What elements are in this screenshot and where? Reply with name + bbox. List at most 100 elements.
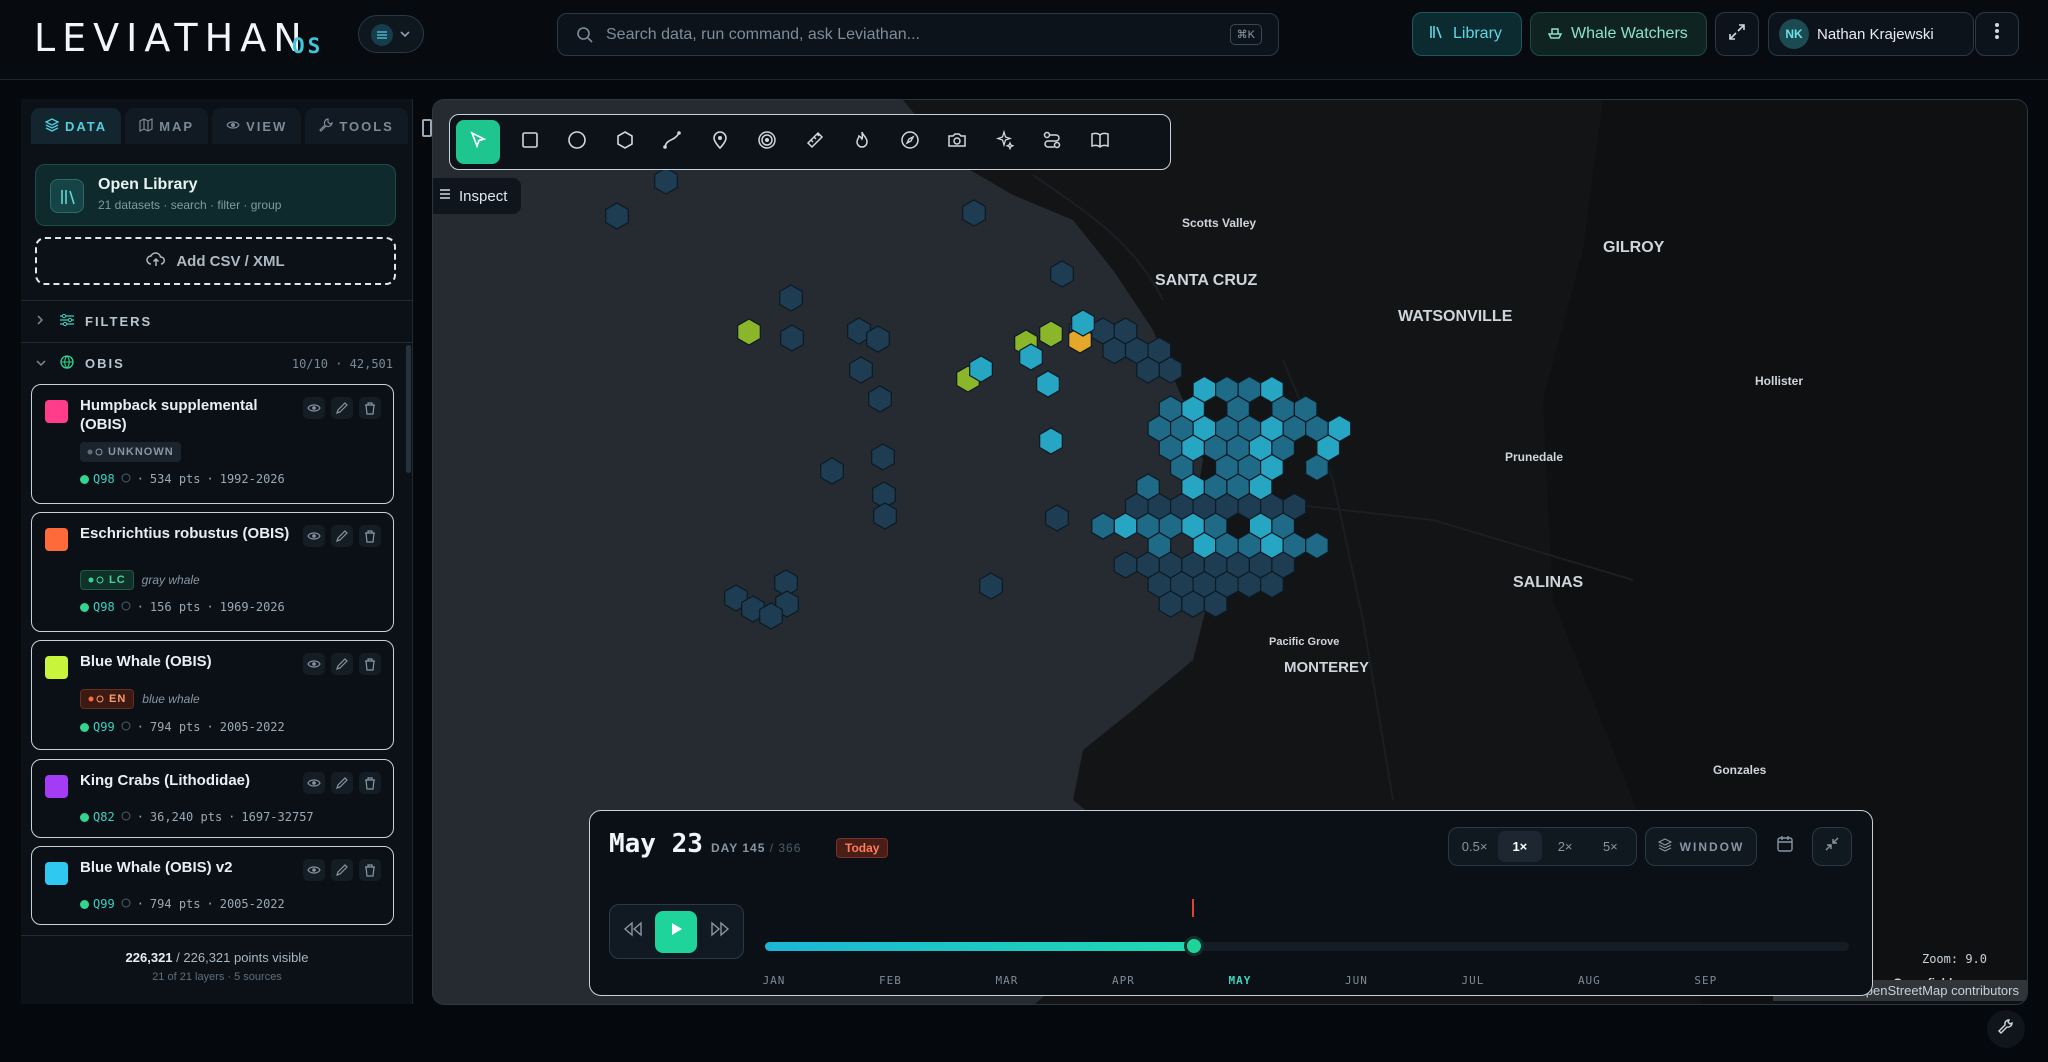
play-button[interactable] xyxy=(655,911,697,953)
trash-icon[interactable] xyxy=(359,653,381,675)
app-logo: LEVIATHAN xyxy=(34,16,309,60)
eye-icon[interactable] xyxy=(303,397,325,419)
polygon-tool[interactable] xyxy=(601,120,649,164)
layer-name: Eschrichtius robustus (OBIS) xyxy=(80,524,300,543)
open-library-card[interactable]: Open Library 21 datasets · search · filt… xyxy=(35,164,396,226)
layer-actions xyxy=(303,397,381,419)
dev-tools-button[interactable] xyxy=(1987,1010,2025,1048)
library-button-label: Library xyxy=(1453,25,1502,43)
select-tool[interactable] xyxy=(456,120,500,164)
layer-card[interactable]: Eschrichtius robustus (OBIS) LC gray wha… xyxy=(31,512,394,632)
snapshot-tool[interactable] xyxy=(934,120,982,164)
user-menu[interactable]: NK Nathan Krajewski xyxy=(1768,12,1974,56)
today-button[interactable]: Today xyxy=(836,838,888,858)
more-menu-button[interactable] xyxy=(1975,12,2019,56)
layer-color-swatch[interactable] xyxy=(45,400,68,423)
hexbin-cell xyxy=(655,168,678,194)
tab-tools[interactable]: TOOLS xyxy=(305,108,408,144)
eye-icon[interactable] xyxy=(303,859,325,881)
circle-tool[interactable] xyxy=(554,120,602,164)
add-csv-button[interactable]: Add CSV / XML xyxy=(35,237,396,285)
fullscreen-button[interactable] xyxy=(1715,12,1759,56)
story-tool[interactable] xyxy=(1076,120,1124,164)
layer-color-swatch[interactable] xyxy=(45,775,68,798)
inspect-button[interactable]: Inspect xyxy=(433,178,521,214)
layer-color-swatch[interactable] xyxy=(45,656,68,679)
rewind-icon[interactable] xyxy=(622,921,644,942)
tab-view[interactable]: VIEW xyxy=(212,108,301,144)
trash-icon[interactable] xyxy=(359,525,381,547)
layer-color-swatch[interactable] xyxy=(45,862,68,885)
timeline-track[interactable] xyxy=(765,942,1849,951)
path-tool[interactable] xyxy=(649,120,697,164)
heat-icon xyxy=(852,130,872,155)
measure-tool[interactable] xyxy=(791,120,839,164)
edit-icon[interactable] xyxy=(331,772,353,794)
collapse-timeline-button[interactable] xyxy=(1812,827,1852,866)
filters-section[interactable]: FILTERS xyxy=(21,300,413,342)
sidebar-collapse-handle[interactable] xyxy=(422,119,432,137)
layer-color-swatch[interactable] xyxy=(45,528,68,551)
edit-icon[interactable] xyxy=(331,397,353,419)
window-label: WINDOW xyxy=(1680,840,1745,854)
hexbin-cell xyxy=(1092,513,1115,539)
command-search[interactable]: ⌘K xyxy=(557,13,1279,56)
fast-forward-icon[interactable] xyxy=(709,921,731,942)
eye-icon[interactable] xyxy=(303,525,325,547)
calendar-button[interactable] xyxy=(1765,827,1805,866)
edit-icon[interactable] xyxy=(331,525,353,547)
hexbin-cell xyxy=(980,573,1003,599)
speed-option[interactable]: 0.5× xyxy=(1453,831,1496,862)
month-label[interactable]: JUN xyxy=(1345,974,1368,987)
month-label[interactable]: AUG xyxy=(1578,974,1601,987)
month-label[interactable]: SEP xyxy=(1694,974,1717,987)
layer-card[interactable]: King Crabs (Lithodidae) Q82 · 36,240 pts … xyxy=(31,759,394,838)
edit-icon[interactable] xyxy=(331,859,353,881)
month-label[interactable]: MAR xyxy=(996,974,1019,987)
trash-icon[interactable] xyxy=(359,859,381,881)
month-label[interactable]: JUL xyxy=(1461,974,1484,987)
boat-icon xyxy=(1547,24,1563,45)
eye-icon[interactable] xyxy=(303,653,325,675)
speed-option[interactable]: 5× xyxy=(1589,831,1632,862)
eye-icon[interactable] xyxy=(303,772,325,794)
window-button[interactable]: WINDOW xyxy=(1645,827,1757,866)
target-icon xyxy=(757,130,777,155)
month-label[interactable]: APR xyxy=(1112,974,1135,987)
month-label[interactable]: JAN xyxy=(763,974,786,987)
ai-tool[interactable] xyxy=(981,120,1029,164)
layer-card[interactable]: Humpback supplemental (OBIS) UNKNOWN Q98… xyxy=(31,384,394,504)
library-button[interactable]: Library xyxy=(1412,12,1522,56)
edit-icon[interactable] xyxy=(331,653,353,675)
speed-option[interactable]: 2× xyxy=(1544,831,1587,862)
obis-group-header[interactable]: OBIS 10/10 · 42,501 xyxy=(21,342,413,384)
basemap-switcher[interactable] xyxy=(358,15,424,53)
trash-icon[interactable] xyxy=(359,772,381,794)
workspace-button[interactable]: Whale Watchers xyxy=(1530,12,1707,56)
sidebar-scrollbar[interactable] xyxy=(406,345,411,473)
sidebar-footer: 226,321 / 226,321 points visible 21 of 2… xyxy=(21,935,413,1004)
wrench-icon xyxy=(1997,1018,2015,1041)
pin-tool[interactable] xyxy=(696,120,744,164)
month-label[interactable]: MAY xyxy=(1228,974,1251,987)
rectangle-tool[interactable] xyxy=(506,120,554,164)
layer-card[interactable]: Blue Whale (OBIS) v2 Q99 · 794 pts · 2005-… xyxy=(31,846,394,925)
place-label: Gonzales xyxy=(1713,763,1766,777)
radius-tool[interactable] xyxy=(744,120,792,164)
quality-badge: Q98 xyxy=(80,472,115,486)
hexbin-cell xyxy=(1114,513,1137,539)
search-input[interactable] xyxy=(606,14,1206,55)
navigate-tool[interactable] xyxy=(886,120,934,164)
tab-data[interactable]: DATA xyxy=(31,108,121,144)
timeline-scrubber[interactable] xyxy=(1184,936,1204,956)
sidebar-tabs: DATA MAP VIEW TOOLS xyxy=(31,108,406,144)
heatmap-tool[interactable] xyxy=(839,120,887,164)
speed-option[interactable]: 1× xyxy=(1498,831,1541,862)
layer-card[interactable]: Blue Whale (OBIS) EN blue whale Q99 · 794… xyxy=(31,640,394,750)
route-tool[interactable] xyxy=(1029,120,1077,164)
hexbin-cell xyxy=(1037,371,1060,397)
library-icon xyxy=(1429,24,1445,45)
trash-icon[interactable] xyxy=(359,397,381,419)
tab-map[interactable]: MAP xyxy=(125,108,208,144)
month-label[interactable]: FEB xyxy=(879,974,902,987)
